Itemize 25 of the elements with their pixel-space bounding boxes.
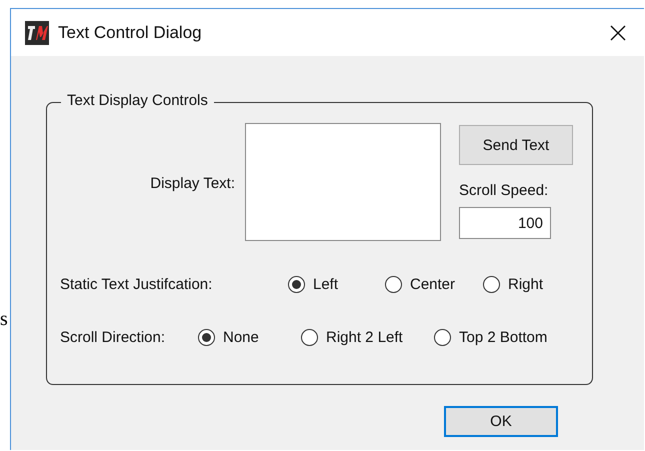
window-title: Text Control Dialog: [58, 22, 203, 42]
radio-button[interactable]: [301, 328, 318, 346]
radio-label[interactable]: Center: [410, 276, 456, 292]
radio-button[interactable]: [385, 276, 402, 292]
radio-label[interactable]: Left: [313, 276, 338, 292]
ok-button[interactable]: OK: [444, 406, 558, 437]
app-logo-icon: [25, 20, 49, 44]
background-text: s: [0, 308, 8, 331]
radio-label[interactable]: None: [223, 328, 259, 346]
radio-button[interactable]: [288, 276, 305, 292]
field-label: Scroll Speed:: [459, 182, 550, 199]
field-label: Scroll Direction:: [60, 328, 166, 346]
radio-button[interactable]: [198, 328, 215, 346]
radio-button[interactable]: [483, 276, 500, 292]
scroll-speed-field[interactable]: 100: [459, 207, 551, 239]
radio-button[interactable]: [434, 328, 451, 346]
close-icon[interactable]: [610, 24, 626, 40]
field-label: Static Text Justifcation:: [60, 276, 214, 292]
send-text-button[interactable]: Send Text: [459, 125, 573, 165]
radio-label[interactable]: Top 2 Bottom: [459, 328, 548, 346]
radio-label[interactable]: Right 2 Left: [326, 328, 403, 346]
field-label: Display Text:: [149, 175, 235, 194]
group-title: Text Display Controls: [61, 92, 214, 109]
radio-label[interactable]: Right: [508, 276, 544, 292]
display-text-field[interactable]: [245, 123, 441, 241]
